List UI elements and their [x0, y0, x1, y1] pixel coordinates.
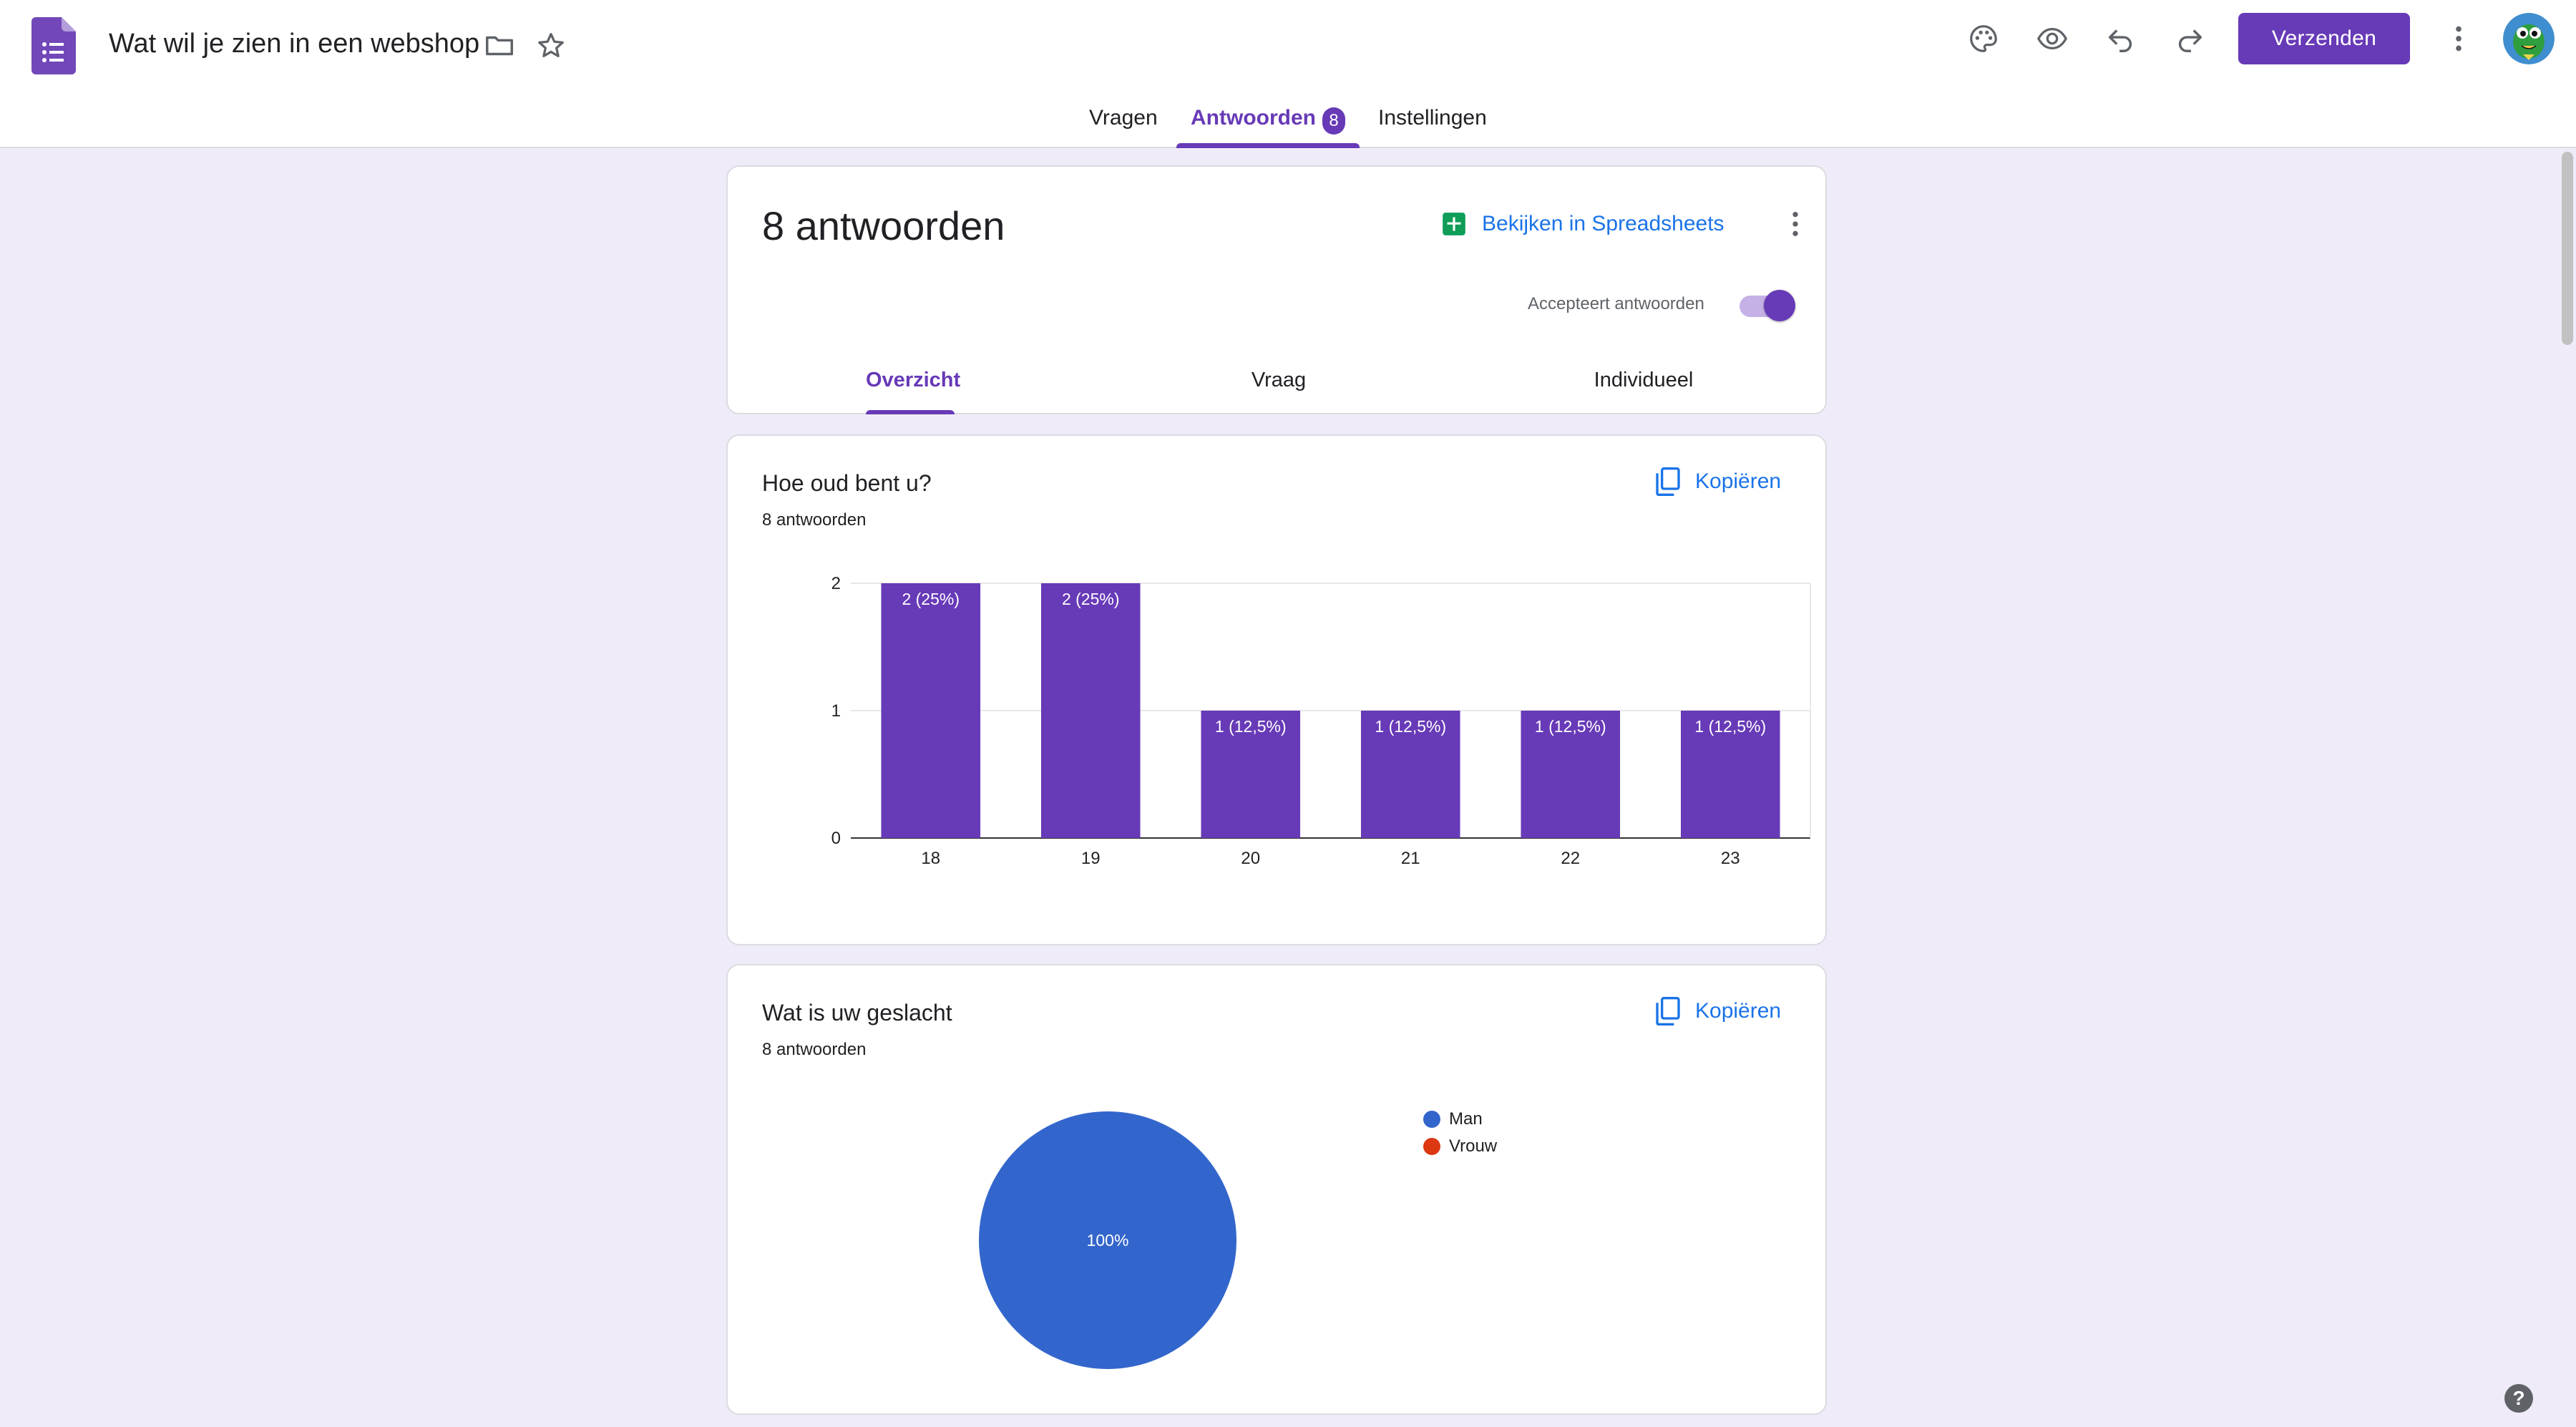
bar-data-label: 1 (12,5%): [1375, 717, 1446, 736]
tab-questions[interactable]: Vragen: [1089, 106, 1158, 130]
redo-icon[interactable]: [2170, 19, 2210, 59]
y-tick-label: 1: [831, 701, 841, 721]
question-card-age: Hoe oud bent u? 8 antwoorden Kopiëren 01…: [726, 434, 1827, 945]
legend-item: Man: [1423, 1106, 1497, 1133]
summary-more-icon[interactable]: [1781, 204, 1810, 244]
tab-settings[interactable]: Instellingen: [1378, 106, 1487, 130]
active-tab-indicator: [1176, 143, 1360, 148]
bar: [881, 583, 981, 838]
folder-icon[interactable]: [479, 26, 519, 66]
forms-logo-icon[interactable]: [31, 17, 76, 74]
top-app-bar: Wat wil je zien in een webshop Verzenden: [0, 0, 2576, 148]
page-scrollbar-thumb[interactable]: [2562, 152, 2573, 345]
subtab-individual[interactable]: Individueel: [1586, 369, 1701, 392]
accepting-responses-toggle-knob[interactable]: [1764, 290, 1795, 321]
tab-responses[interactable]: Antwoorden: [1191, 106, 1316, 130]
subtab-overview[interactable]: Overzicht: [866, 369, 960, 392]
help-icon[interactable]: ?: [2504, 1384, 2533, 1413]
x-tick-label: 21: [1401, 849, 1420, 868]
subtab-question[interactable]: Vraag: [1236, 369, 1322, 392]
palette-icon[interactable]: [1963, 19, 2004, 59]
responses-count-badge: 8: [1322, 107, 1345, 135]
question-card-gender: Wat is uw geslacht 8 antwoorden Kopiëren…: [726, 964, 1827, 1415]
y-tick-label: 2: [831, 574, 841, 593]
bar-data-label: 1 (12,5%): [1694, 717, 1766, 736]
send-button[interactable]: Verzenden: [2238, 13, 2410, 64]
responses-count-title: 8 antwoorden: [762, 203, 1005, 248]
gender-pie-chart: 100%: [979, 1111, 1236, 1369]
pie-slice-label: 100%: [1087, 1231, 1129, 1250]
undo-icon[interactable]: [2101, 19, 2141, 59]
legend-label: Vrouw: [1449, 1136, 1498, 1156]
y-tick-label: 0: [831, 829, 841, 848]
x-tick-label: 23: [1721, 849, 1740, 868]
more-vert-icon[interactable]: [2439, 19, 2479, 59]
sheets-icon: [1443, 213, 1465, 235]
legend-item: Vrouw: [1423, 1133, 1497, 1160]
view-in-sheets-button[interactable]: Bekijken in Spreadsheets: [1440, 210, 1724, 238]
star-icon[interactable]: [531, 26, 571, 66]
x-tick-label: 22: [1561, 849, 1580, 868]
x-tick-label: 18: [921, 849, 940, 868]
document-title[interactable]: Wat wil je zien in een webshop: [109, 29, 479, 59]
bar-data-label: 2 (25%): [902, 590, 960, 608]
age-bar-chart: 0 1 2 2 (25%) 18 2 (25%) 19 1 (12,5%) 20 1 (12,5%…: [831, 574, 1811, 868]
bar-data-label: 1 (12,5%): [1215, 717, 1287, 736]
view-in-sheets-label: Bekijken in Spreadsheets: [1482, 212, 1724, 235]
preview-eye-icon[interactable]: [2032, 19, 2072, 59]
x-tick-label: 20: [1241, 849, 1260, 868]
legend-swatch: [1423, 1138, 1440, 1155]
avatar[interactable]: [2503, 13, 2555, 64]
x-tick-label: 19: [1081, 849, 1101, 868]
bar-data-label: 1 (12,5%): [1535, 717, 1606, 736]
legend-swatch: [1423, 1111, 1440, 1128]
bar: [1040, 583, 1141, 838]
pie-legend: Man Vrouw: [1423, 1106, 1497, 1160]
subtab-active-indicator: [866, 410, 955, 414]
responses-summary-card: 8 antwoorden Bekijken in Spreadsheets Ac…: [726, 165, 1827, 414]
legend-label: Man: [1449, 1109, 1483, 1129]
accepting-responses-label: Accepteert antwoorden: [1528, 294, 1704, 313]
bar-data-label: 2 (25%): [1062, 590, 1120, 608]
